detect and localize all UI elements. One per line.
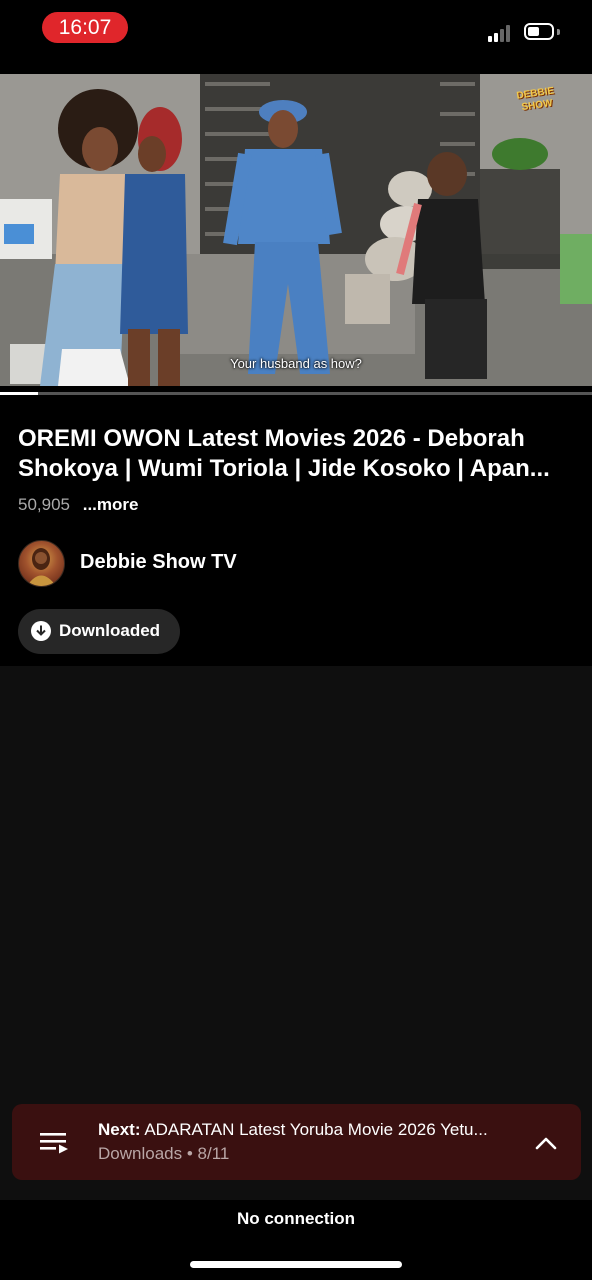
downloaded-label: Downloaded — [59, 621, 161, 640]
video-subtitle: Your husband as how? — [230, 356, 362, 371]
video-title[interactable]: OREMI OWON Latest Movies 2026 - Deborah … — [18, 424, 578, 484]
battery-icon — [524, 23, 554, 40]
channel-avatar[interactable] — [18, 540, 65, 587]
next-playlist-info: Downloads • 8/11 — [98, 1144, 229, 1164]
signal-icon — [488, 24, 516, 42]
playlist-position: 8/11 — [197, 1144, 230, 1163]
next-title: ADARATAN Latest Yoruba Movie 2026 Yetu..… — [144, 1120, 488, 1139]
connection-status: No connection — [236, 1209, 356, 1228]
queue-icon — [40, 1133, 68, 1154]
battery-cap — [557, 29, 560, 35]
chevron-up-icon[interactable] — [534, 1132, 558, 1154]
avatar-image — [27, 548, 56, 586]
status-time[interactable]: 16:07 — [42, 12, 128, 43]
video-player[interactable]: DEBBIE SHOW Your husband as how? — [0, 74, 592, 386]
downloaded-button[interactable]: Downloaded — [18, 609, 180, 654]
status-bar: 16:07 — [0, 0, 592, 60]
video-progress-fill — [0, 392, 39, 395]
video-title-line-2: Shokoya | Wumi Toriola | Jide Kosoko | A… — [18, 455, 550, 482]
view-count: 50,905 — [18, 495, 70, 514]
next-video-title[interactable]: Next: ADARATAN Latest Yoruba Movie 2026 … — [98, 1120, 518, 1140]
channel-name[interactable]: Debbie Show TV — [80, 551, 237, 574]
more-button[interactable]: ...more — [83, 495, 139, 514]
bullet-separator: • — [186, 1144, 198, 1163]
home-indicator[interactable] — [190, 1261, 402, 1268]
next-prefix: Next: — [98, 1120, 141, 1139]
video-title-line-1: OREMI OWON Latest Movies 2026 - Deborah — [18, 425, 525, 452]
download-check-icon — [31, 621, 51, 641]
video-meta: 50,905 ...more — [18, 495, 138, 515]
next-up-bar[interactable]: Next: ADARATAN Latest Yoruba Movie 2026 … — [12, 1104, 581, 1180]
channel-row[interactable]: Debbie Show TV — [18, 540, 578, 587]
video-progress-bar[interactable] — [0, 392, 592, 395]
playlist-name: Downloads — [98, 1144, 183, 1163]
